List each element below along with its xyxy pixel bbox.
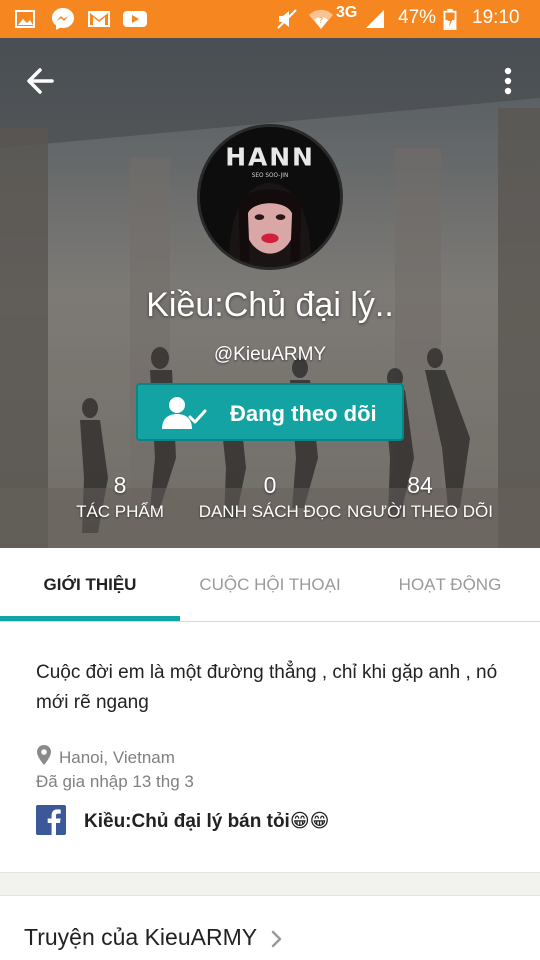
stat-works-value: 8	[113, 472, 127, 498]
following-label: Đang theo dõi	[230, 401, 377, 426]
battery-icon	[443, 8, 457, 30]
stat-followers-value: 84	[407, 472, 433, 498]
section-divider	[0, 872, 540, 896]
avatar-image: HANN SEO SOO-JIN	[200, 127, 340, 267]
gallery-icon	[15, 10, 35, 28]
messenger-icon	[52, 8, 74, 30]
gmail-icon	[88, 11, 110, 27]
stat-followers[interactable]: 84 NGƯỜI THEO DÕI	[346, 472, 494, 522]
tab-conversations[interactable]: CUỘC HỘI THOẠI	[180, 548, 360, 622]
stat-reading-lists-label: DANH SÁCH ĐỌC	[198, 502, 342, 521]
clock: 19:10	[472, 7, 520, 28]
stat-reading-lists[interactable]: 0 DANH SÁCH ĐỌC	[195, 472, 345, 522]
stories-header[interactable]: Truyện của KieuARMY	[0, 896, 540, 960]
network-type: 3G	[336, 4, 358, 21]
battery-percent: 47%	[398, 7, 437, 28]
more-options-icon[interactable]	[498, 64, 518, 98]
mute-icon	[277, 9, 297, 29]
stat-works-label: TÁC PHẨM	[76, 502, 164, 521]
bio-text: Cuộc đời em là một đường thẳng , chỉ khi…	[36, 662, 498, 713]
status-bar: ? 3G 47% 19:10	[0, 0, 540, 38]
avatar[interactable]: HANN SEO SOO-JIN	[197, 124, 343, 270]
tab-about[interactable]: GIỚI THIỆU	[0, 548, 180, 622]
display-name: Kiều:Chủ đại lý..	[146, 286, 394, 324]
joined-date: Đã gia nhập 13 thg 3	[36, 772, 194, 791]
stat-followers-label: NGƯỜI THEO DÕI	[347, 502, 493, 521]
about-section: Cuộc đời em là một đường thẳng , chỉ khi…	[0, 622, 540, 872]
facebook-link[interactable]: Kiều:Chủ đại lý bán tỏi😁😁	[84, 810, 329, 833]
svg-text:?: ?	[319, 16, 323, 25]
user-check-icon	[162, 397, 207, 429]
username: @KieuARMY	[213, 344, 327, 365]
avatar-text: HANN	[225, 142, 315, 171]
location-text: Hanoi, Vietnam	[59, 748, 175, 767]
following-button[interactable]: Đang theo dõi	[136, 383, 404, 441]
wifi-icon: ?	[309, 9, 333, 29]
chevron-right-icon	[271, 930, 282, 948]
stat-works[interactable]: 8 TÁC PHẨM	[60, 472, 180, 522]
stat-reading-lists-value: 0	[263, 472, 277, 498]
stories-title: Truyện của KieuARMY	[24, 924, 258, 950]
facebook-logo	[47, 809, 61, 835]
facebook-icon[interactable]	[36, 805, 66, 835]
location-pin-icon	[37, 745, 51, 765]
profile-header: HANN SEO SOO-JIN Kiều:Chủ đại lý.. @Kieu…	[0, 38, 540, 548]
back-arrow-icon[interactable]	[22, 64, 62, 98]
avatar-subtext: SEO SOO-JIN	[252, 173, 289, 179]
youtube-icon	[123, 11, 147, 27]
tab-activity[interactable]: HOẠT ĐỘNG	[360, 548, 540, 622]
signal-icon	[366, 10, 384, 28]
active-tab-indicator	[0, 616, 180, 621]
profile-tabs: GIỚI THIỆU CUỘC HỘI THOẠI HOẠT ĐỘNG	[0, 548, 540, 622]
